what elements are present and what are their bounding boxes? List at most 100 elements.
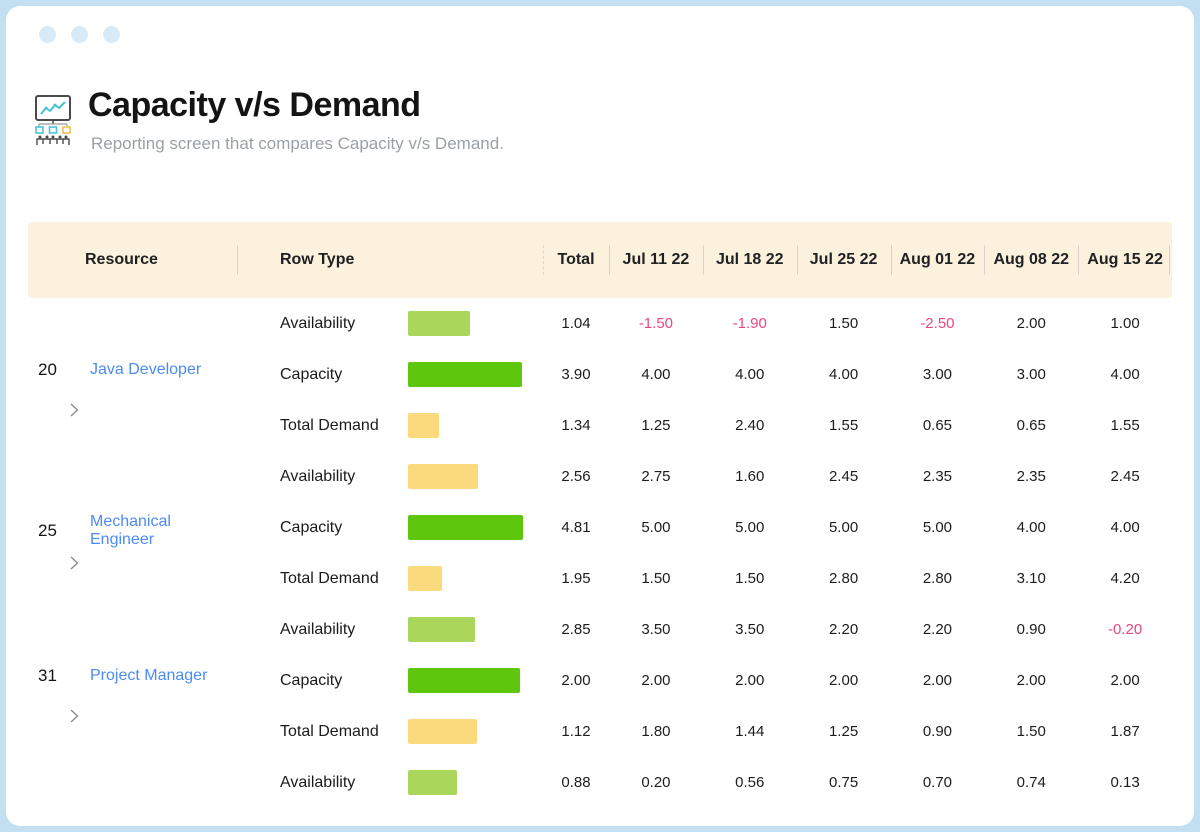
resource-link[interactable]: Project Manager — [90, 667, 207, 685]
expand-chevron-icon[interactable] — [68, 708, 80, 724]
week-value: 0.65 — [891, 417, 985, 434]
window-dot-icon[interactable] — [71, 26, 88, 43]
week-value: 5.00 — [797, 519, 891, 536]
week-value: 1.25 — [797, 723, 891, 740]
week-value: 2.00 — [984, 315, 1078, 332]
demand-bar — [408, 413, 439, 438]
week-value: 2.45 — [797, 468, 891, 485]
week-value: 5.00 — [891, 519, 985, 536]
availability-bar — [408, 617, 475, 642]
resource-group: 31 Project Manager Availability 2.85 3.5… — [28, 604, 1172, 757]
column-header-week[interactable]: Jul 11 22 — [609, 222, 703, 298]
capacity-demand-table: Resource Row Type Total Jul 11 22 Jul 18… — [28, 222, 1172, 808]
week-value: 0.90 — [891, 723, 985, 740]
week-value: 1.80 — [609, 723, 703, 740]
week-value: -2.50 — [891, 315, 985, 332]
week-value: 2.00 — [703, 672, 797, 689]
total-value: 1.34 — [543, 417, 609, 434]
page-title: Capacity v/s Demand — [88, 86, 504, 125]
column-header-resource[interactable]: Resource — [28, 222, 237, 298]
week-value: 2.00 — [609, 672, 703, 689]
week-value: 2.80 — [797, 570, 891, 587]
week-value: 4.00 — [1078, 366, 1172, 383]
week-value: 3.10 — [984, 570, 1078, 587]
total-value: 2.00 — [543, 672, 609, 689]
week-value: 2.80 — [891, 570, 985, 587]
column-header-total[interactable]: Total — [543, 222, 609, 298]
week-value: 5.00 — [609, 519, 703, 536]
week-value: 4.00 — [1078, 519, 1172, 536]
week-value: 2.20 — [891, 621, 985, 638]
demand-bar — [408, 566, 442, 591]
week-value: 2.00 — [891, 672, 985, 689]
week-value: 4.00 — [703, 366, 797, 383]
column-header-week[interactable]: Jul 25 22 — [797, 222, 891, 298]
week-value: 3.50 — [609, 621, 703, 638]
presentation-chart-org-icon — [30, 90, 76, 146]
window-dot-icon[interactable] — [103, 26, 120, 43]
week-value: 4.20 — [1078, 570, 1172, 587]
week-value: 1.50 — [703, 570, 797, 587]
resource-group: 25 Mechanical Engineer Availability 2.56… — [28, 451, 1172, 604]
week-value: 3.00 — [891, 366, 985, 383]
table-header-row: Resource Row Type Total Jul 11 22 Jul 18… — [28, 222, 1172, 298]
row-type-label: Capacity — [237, 519, 408, 537]
resource-link[interactable]: Mechanical Engineer — [90, 513, 237, 549]
total-value: 3.90 — [543, 366, 609, 383]
week-value: 2.40 — [703, 417, 797, 434]
resource-cell: 31 Project Manager — [28, 604, 237, 757]
window-dot-icon[interactable] — [39, 26, 56, 43]
week-value: 2.45 — [1078, 468, 1172, 485]
week-value: 5.00 — [703, 519, 797, 536]
resource-group: 20 Java Developer Availability 1.04 -1.5… — [28, 298, 1172, 451]
app-window: Capacity v/s Demand Reporting screen tha… — [6, 6, 1194, 826]
total-value: 1.12 — [543, 723, 609, 740]
total-value: 2.85 — [543, 621, 609, 638]
row-type-label: Total Demand — [237, 417, 408, 435]
week-value: 0.74 — [984, 774, 1078, 791]
page-header: Capacity v/s Demand Reporting screen tha… — [30, 86, 504, 154]
column-header-week[interactable]: Jul 18 22 — [703, 222, 797, 298]
row-type-label: Availability — [237, 315, 408, 333]
row-type-label: Total Demand — [237, 570, 408, 588]
row-type-label: Total Demand — [237, 723, 408, 741]
week-value: 2.75 — [609, 468, 703, 485]
week-value: 2.35 — [891, 468, 985, 485]
week-value: 1.50 — [797, 315, 891, 332]
week-value: 1.00 — [1078, 315, 1172, 332]
column-header-row-type[interactable]: Row Type — [237, 222, 543, 298]
table-row: Total Demand 1.95 1.50 1.50 2.80 2.80 3.… — [237, 553, 1172, 604]
demand-bar — [408, 719, 477, 744]
availability-bar — [408, 464, 478, 489]
table-row: Capacity 2.00 2.00 2.00 2.00 2.00 2.00 2… — [237, 655, 1172, 706]
week-value: 1.60 — [703, 468, 797, 485]
row-type-label: Availability — [237, 621, 408, 639]
resource-cell — [28, 757, 237, 808]
row-type-label: Availability — [237, 468, 408, 486]
week-value: -1.50 — [609, 315, 703, 332]
week-value: 2.20 — [797, 621, 891, 638]
week-value: 1.44 — [703, 723, 797, 740]
page-subtitle: Reporting screen that compares Capacity … — [91, 134, 504, 154]
expand-chevron-icon[interactable] — [68, 402, 80, 418]
table-row: Availability 1.04 -1.50 -1.90 1.50 -2.50… — [237, 298, 1172, 349]
week-value: 3.50 — [703, 621, 797, 638]
week-value: 0.13 — [1078, 774, 1172, 791]
expand-chevron-icon[interactable] — [68, 555, 80, 571]
column-header-week[interactable]: Aug 01 22 — [891, 222, 985, 298]
column-header-week[interactable]: Aug 15 22 — [1078, 222, 1172, 298]
window-titlebar — [39, 26, 120, 43]
week-value: 3.00 — [984, 366, 1078, 383]
week-value: 1.55 — [1078, 417, 1172, 434]
table-row: Capacity 3.90 4.00 4.00 4.00 3.00 3.00 4… — [237, 349, 1172, 400]
resource-cell: 25 Mechanical Engineer — [28, 451, 237, 604]
week-value: -0.20 — [1078, 621, 1172, 638]
resource-cell: 20 Java Developer — [28, 298, 237, 451]
table-row: Availability 2.85 3.50 3.50 2.20 2.20 0.… — [237, 604, 1172, 655]
availability-bar — [408, 770, 457, 795]
week-value: 4.00 — [609, 366, 703, 383]
resource-link[interactable]: Java Developer — [90, 361, 201, 379]
week-value: 4.00 — [797, 366, 891, 383]
week-value: 4.00 — [984, 519, 1078, 536]
column-header-week[interactable]: Aug 08 22 — [984, 222, 1078, 298]
